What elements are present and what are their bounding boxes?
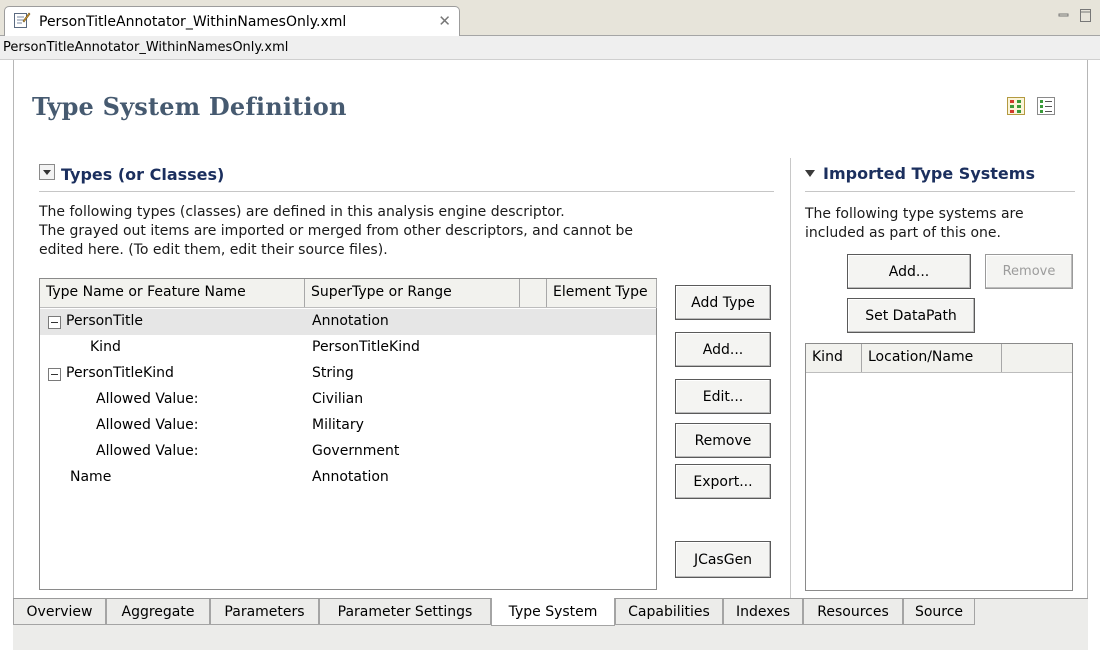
editor-tab-strip: PersonTitleAnnotator_WithinNamesOnly.xml…: [0, 0, 1100, 37]
imported-description-line: The following type systems are: [805, 206, 1024, 222]
sash[interactable]: [790, 158, 791, 598]
expand-triangle-icon[interactable]: [805, 166, 815, 182]
tab-aggregate[interactable]: Aggregate: [106, 599, 210, 625]
table-row[interactable]: Name Annotation: [40, 465, 656, 491]
types-tree-table[interactable]: Type Name or Feature Name SuperType or R…: [39, 278, 657, 590]
tab-source[interactable]: Source: [903, 599, 975, 625]
column-header-range[interactable]: SuperType or Range: [305, 279, 520, 307]
types-description-line: edited here. (To edit them, edit their s…: [39, 242, 388, 258]
allowed-value-label: Allowed Value:: [96, 443, 199, 459]
types-description-line: The grayed out items are imported or mer…: [39, 223, 633, 239]
tab-overview[interactable]: Overview: [13, 599, 106, 625]
column-header-blank[interactable]: [1002, 344, 1072, 372]
page-title: Type System Definition: [32, 92, 347, 121]
types-section-title: Types (or Classes): [61, 164, 225, 184]
tab-capabilities[interactable]: Capabilities: [615, 599, 723, 625]
column-header-name[interactable]: Type Name or Feature Name: [40, 279, 305, 307]
tab-parameter-settings[interactable]: Parameter Settings: [319, 599, 491, 625]
remove-import-button[interactable]: Remove: [985, 254, 1073, 289]
horizontal-layout-icon[interactable]: [1007, 97, 1025, 119]
add-type-button[interactable]: Add Type: [675, 285, 771, 320]
editor-tab-title: PersonTitleAnnotator_WithinNamesOnly.xml: [39, 14, 347, 30]
table-row[interactable]: Allowed Value: Civilian: [40, 387, 656, 413]
add-feature-button[interactable]: Add...: [675, 332, 771, 367]
imported-description-line: included as part of this one.: [805, 225, 1001, 241]
remove-button[interactable]: Remove: [675, 423, 771, 458]
column-header-kind[interactable]: Kind: [806, 344, 862, 372]
minimize-icon[interactable]: [1058, 10, 1070, 26]
type-name: Name: [70, 469, 112, 485]
vertical-layout-icon[interactable]: [1037, 97, 1055, 119]
allowed-value-label: Allowed Value:: [96, 417, 199, 433]
jcasgen-button[interactable]: JCasGen: [675, 541, 771, 578]
collapse-tree-icon[interactable]: [48, 316, 61, 329]
table-row[interactable]: Allowed Value: Government: [40, 439, 656, 465]
table-row[interactable]: Allowed Value: Military: [40, 413, 656, 439]
close-icon[interactable]: ✕: [438, 12, 451, 30]
collapse-tree-icon[interactable]: [48, 368, 61, 381]
maximize-icon[interactable]: [1080, 9, 1092, 27]
collapse-icon[interactable]: [39, 164, 55, 184]
edit-button[interactable]: Edit...: [675, 379, 771, 414]
window-controls: [1058, 9, 1092, 27]
type-range: Annotation: [312, 313, 389, 329]
column-header-location[interactable]: Location/Name: [862, 344, 1002, 372]
column-header-element-type[interactable]: Element Type: [547, 279, 657, 307]
set-datapath-button[interactable]: Set DataPath: [847, 298, 975, 333]
imported-section-title: Imported Type Systems: [823, 164, 1035, 183]
xml-file-icon: [13, 11, 31, 33]
type-range: String: [312, 365, 354, 381]
section-separator: [39, 191, 774, 192]
types-section-header[interactable]: Types (or Classes): [39, 164, 224, 184]
imported-types-table[interactable]: Kind Location/Name: [805, 343, 1073, 591]
column-header-blank[interactable]: [520, 279, 547, 307]
editor-tab[interactable]: PersonTitleAnnotator_WithinNamesOnly.xml…: [4, 6, 460, 37]
allowed-value: Civilian: [312, 391, 364, 407]
tab-parameters[interactable]: Parameters: [210, 599, 319, 625]
type-name: PersonTitleKind: [66, 365, 174, 381]
table-row[interactable]: Kind PersonTitleKind: [40, 335, 656, 361]
tab-type-system[interactable]: Type System: [491, 598, 615, 626]
add-import-button[interactable]: Add...: [847, 254, 971, 289]
imported-description: The following type systems are included …: [805, 205, 1080, 243]
feature-name: Kind: [90, 339, 121, 355]
table-row[interactable]: PersonTitleKind String: [40, 361, 656, 387]
type-range: Annotation: [312, 469, 389, 485]
types-description-line: The following types (classes) are define…: [39, 204, 565, 220]
tab-resources[interactable]: Resources: [803, 599, 903, 625]
page-tabs: Overview Aggregate Parameters Parameter …: [13, 598, 1088, 650]
feature-range: PersonTitleKind: [312, 339, 420, 355]
type-name: PersonTitle: [66, 313, 144, 329]
types-description: The following types (classes) are define…: [39, 203, 769, 260]
export-button[interactable]: Export...: [675, 464, 771, 499]
allowed-value: Military: [312, 417, 364, 433]
breadcrumb: PersonTitleAnnotator_WithinNamesOnly.xml: [0, 36, 1100, 60]
imported-table-header: Kind Location/Name: [806, 344, 1072, 373]
types-table-header: Type Name or Feature Name SuperType or R…: [40, 279, 657, 308]
layout-toggle: [1007, 97, 1055, 119]
section-separator: [805, 191, 1075, 192]
tab-indexes[interactable]: Indexes: [723, 599, 803, 625]
allowed-value-label: Allowed Value:: [96, 391, 199, 407]
table-row[interactable]: PersonTitle Annotation: [40, 309, 656, 335]
imported-section-header[interactable]: Imported Type Systems: [805, 164, 1035, 183]
allowed-value: Government: [312, 443, 400, 459]
